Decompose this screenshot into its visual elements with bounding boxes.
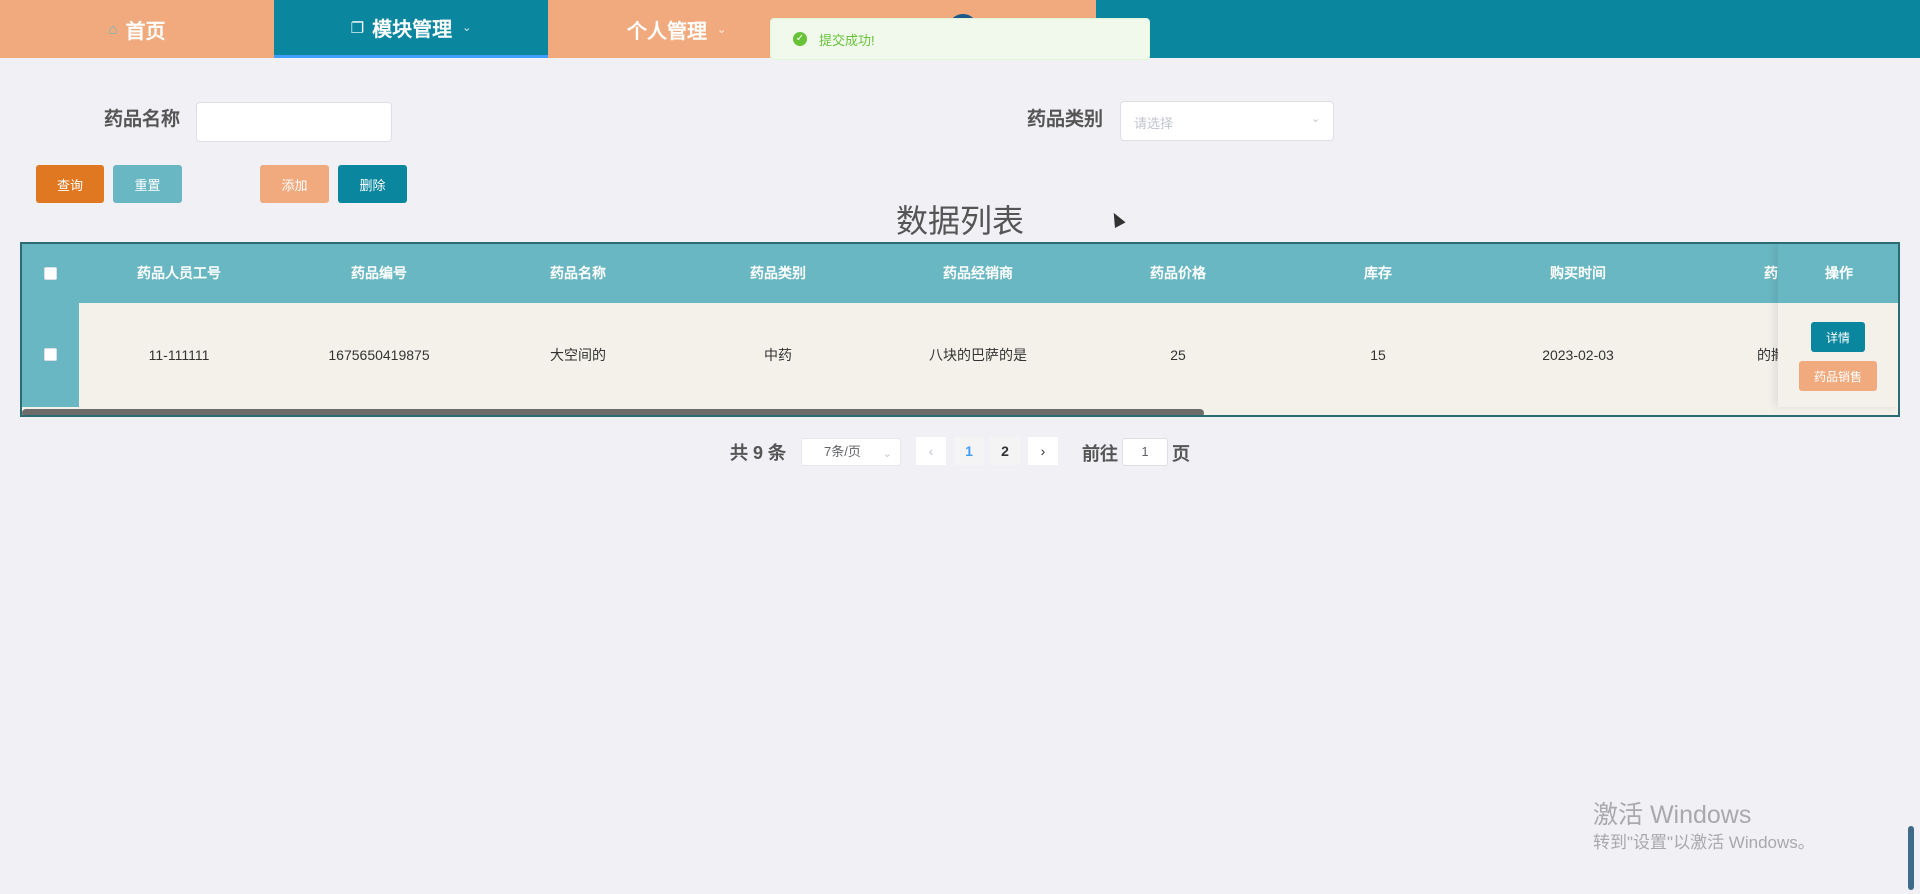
column-header: 库存 <box>1364 265 1392 281</box>
table-cell: 11-111111 <box>148 347 210 363</box>
nav-module-label: 模块管理 <box>372 19 453 41</box>
row-checkbox[interactable] <box>44 348 57 361</box>
nav-module-management[interactable]: ❐ 模块管理 ⌄ <box>274 0 548 58</box>
detail-button[interactable]: 详情 <box>1811 322 1865 352</box>
page-size-value: 7条/页 <box>824 444 861 459</box>
list-title: 数据列表 <box>0 196 1920 242</box>
goto-label: 前往 <box>1082 444 1118 464</box>
page-1-button[interactable]: 1 <box>954 437 984 465</box>
table-cell: 八块的巴萨的是 <box>929 347 1027 363</box>
table-cell: 大空间的 <box>550 347 606 363</box>
goto-page-input[interactable]: 1 <box>1122 438 1168 466</box>
data-table: 药品人员工号 药品编号 药品名称 药品类别 药品经销商 药品价格 库存 购买时间… <box>20 242 1900 417</box>
chevron-down-icon: ⌄ <box>1311 113 1321 125</box>
horizontal-scrollbar[interactable] <box>22 409 1204 415</box>
drug-type-placeholder: 请选择 <box>1134 116 1174 131</box>
column-header: 药品编号 <box>351 265 407 281</box>
table-row[interactable]: 11-111111 1675650419875 大空间的 中药 八块的巴萨的是 … <box>22 303 1898 407</box>
nav-home[interactable]: ⌂ 首页 <box>0 0 274 58</box>
drug-sale-button[interactable]: 药品销售 <box>1799 361 1877 391</box>
page-unit-label: 页 <box>1172 444 1190 464</box>
page-2-button[interactable]: 2 <box>990 437 1020 465</box>
column-header: 药品价格 <box>1150 265 1206 281</box>
copy-icon: ❐ <box>350 19 365 37</box>
table-cell: 中药 <box>764 347 792 363</box>
success-toast: ✓ 提交成功! <box>770 18 1150 60</box>
chevron-down-icon: ⌄ <box>882 448 892 460</box>
column-header: 购买时间 <box>1550 265 1606 281</box>
operation-column: 操作 详情 药品销售 <box>1778 244 1898 407</box>
total-count: 共 9 条 <box>730 443 787 463</box>
select-all-checkbox[interactable] <box>44 267 57 280</box>
table-cell: 25 <box>1170 347 1186 363</box>
prev-page-button[interactable]: ‹ <box>916 437 946 465</box>
chevron-down-icon: ⌄ <box>717 23 727 36</box>
table-cell: 2023-02-03 <box>1542 347 1614 363</box>
list-title-text: 数据列表 <box>895 203 1024 239</box>
check-circle-icon: ✓ <box>793 32 807 46</box>
column-header: 药品名称 <box>550 265 606 281</box>
toast-message: 提交成功! <box>819 32 875 48</box>
drug-name-label: 药品名称 <box>104 109 181 130</box>
column-header: 药品经销商 <box>943 265 1013 281</box>
operation-header: 操作 <box>1778 244 1898 303</box>
drug-type-select[interactable]: 请选择 ⌄ <box>1120 101 1334 141</box>
activation-watermark-subtitle: 转到"设置"以激活 Windows。 <box>1593 833 1815 852</box>
nav-home-label: 首页 <box>125 20 166 43</box>
table-header: 药品人员工号 药品编号 药品名称 药品类别 药品经销商 药品价格 库存 购买时间… <box>22 244 1898 303</box>
drug-name-input[interactable] <box>196 102 392 142</box>
home-icon: ⌂ <box>108 20 118 38</box>
drug-type-label: 药品类别 <box>1027 109 1104 130</box>
page-size-select[interactable]: 7条/页 ⌄ <box>801 438 901 466</box>
table-cell: 1675650419875 <box>328 347 430 363</box>
column-header: 药品人员工号 <box>137 265 221 281</box>
table-cell: 15 <box>1370 347 1386 363</box>
chevron-down-icon: ⌄ <box>462 22 472 34</box>
activation-watermark-title: 激活 Windows <box>1593 801 1752 829</box>
column-header: 药品类别 <box>750 265 806 281</box>
nav-personal-label: 个人管理 <box>627 20 707 43</box>
next-page-button[interactable]: › <box>1028 437 1058 465</box>
vertical-scrollbar[interactable] <box>1908 826 1914 890</box>
checkbox-column <box>22 244 79 407</box>
